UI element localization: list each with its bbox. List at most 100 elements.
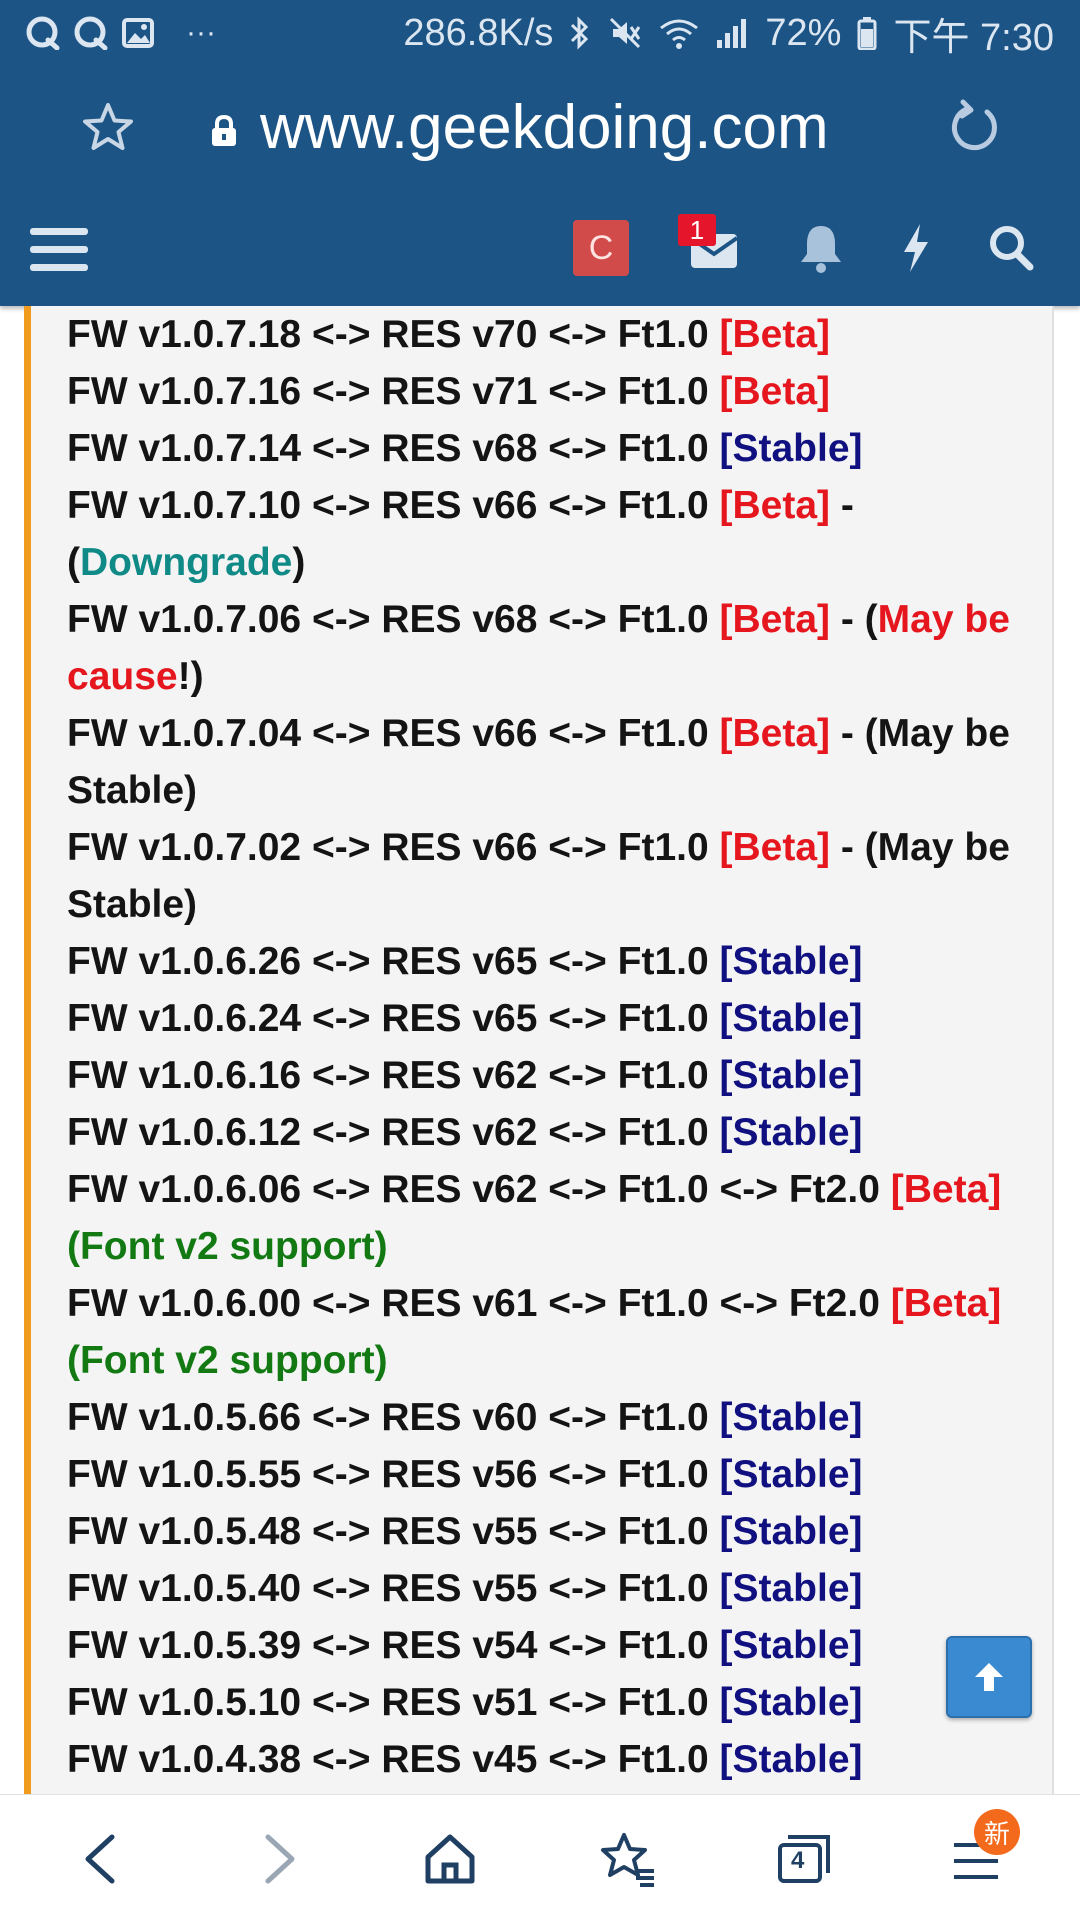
bluetooth-icon bbox=[571, 16, 589, 50]
battery-icon bbox=[857, 17, 877, 50]
firmware-version-text: FW v1.0.7.18 <-> RES v70 <-> Ft1.0 bbox=[67, 313, 720, 356]
note-suffix: ) bbox=[184, 769, 198, 812]
firmware-version-text: FW v1.0.6.00 <-> RES v61 <-> Ft1.0 <-> F… bbox=[67, 1282, 891, 1325]
firmware-entry: FW v1.0.6.12 <-> RES v62 <-> Ft1.0 [Stab… bbox=[67, 1104, 1047, 1161]
back-icon[interactable] bbox=[72, 1829, 132, 1889]
beta-tag: [Beta] bbox=[719, 313, 831, 356]
bookmarks-star-list-icon[interactable] bbox=[598, 1829, 658, 1889]
note-suffix: !) bbox=[177, 655, 204, 698]
firmware-version-text: FW v1.0.5.48 <-> RES v55 <-> Ft1.0 bbox=[67, 1510, 720, 1553]
lock-icon bbox=[212, 114, 236, 146]
firmware-entry: FW v1.0.5.66 <-> RES v60 <-> Ft1.0 [Stab… bbox=[67, 1389, 1047, 1446]
firmware-entry: FW v1.0.7.14 <-> RES v68 <-> Ft1.0 [Stab… bbox=[67, 420, 1047, 477]
scroll-to-top-button[interactable] bbox=[946, 1636, 1032, 1718]
firmware-entry: FW v1.0.5.10 <-> RES v51 <-> Ft1.0 [Stab… bbox=[67, 1674, 1047, 1731]
stable-tag: [Stable] bbox=[719, 1567, 863, 1610]
bookmark-star-icon[interactable] bbox=[80, 100, 136, 156]
beta-tag: [Beta] bbox=[890, 1168, 1002, 1211]
firmware-entry: FW v1.0.7.10 <-> RES v66 <-> Ft1.0 [Beta… bbox=[67, 477, 1047, 591]
stable-tag: [Stable] bbox=[719, 1396, 863, 1439]
chat-bubble-q-icon bbox=[74, 16, 108, 50]
battery-percent: 72% bbox=[765, 11, 842, 54]
firmware-version-text: FW v1.0.7.04 <-> RES v66 <-> Ft1.0 bbox=[67, 712, 720, 755]
stable-tag: [Stable] bbox=[719, 1681, 863, 1724]
firmware-entry: FW v1.0.7.06 <-> RES v68 <-> Ft1.0 [Beta… bbox=[67, 591, 1047, 705]
search-icon[interactable] bbox=[986, 222, 1036, 274]
firmware-version-text: FW v1.0.7.14 <-> RES v68 <-> Ft1.0 bbox=[67, 427, 720, 470]
wifi-icon bbox=[660, 19, 699, 49]
note-suffix: ) bbox=[184, 883, 198, 926]
firmware-entry: FW v1.0.6.00 <-> RES v61 <-> Ft1.0 <-> F… bbox=[67, 1275, 1047, 1389]
firmware-entry: FW v1.0.7.18 <-> RES v70 <-> Ft1.0 [Beta… bbox=[67, 306, 1047, 363]
user-avatar[interactable]: C bbox=[573, 220, 629, 276]
home-icon[interactable] bbox=[420, 1829, 480, 1889]
firmware-version-text: FW v1.0.7.06 <-> RES v68 <-> Ft1.0 bbox=[67, 598, 720, 641]
stable-tag: [Stable] bbox=[719, 1624, 863, 1667]
firmware-version-text: FW v1.0.7.10 <-> RES v66 <-> Ft1.0 bbox=[67, 484, 720, 527]
firmware-entry: FW v1.0.6.26 <-> RES v65 <-> Ft1.0 [Stab… bbox=[67, 933, 1047, 990]
signal-icon bbox=[717, 19, 747, 48]
firmware-entry: FW v1.0.6.24 <-> RES v65 <-> Ft1.0 [Stab… bbox=[67, 990, 1047, 1047]
firmware-version-text: FW v1.0.6.06 <-> RES v62 <-> Ft1.0 <-> F… bbox=[67, 1168, 891, 1211]
status-bar: ··· 286.8K/s 72% 下午 7:30 bbox=[0, 0, 1080, 66]
status-right: 286.8K/s 72% 下午 7:30 bbox=[403, 6, 1054, 61]
firmware-entry: FW v1.0.6.16 <-> RES v62 <-> Ft1.0 [Stab… bbox=[67, 1047, 1047, 1104]
firmware-version-text: FW v1.0.5.55 <-> RES v56 <-> Ft1.0 bbox=[67, 1453, 720, 1496]
stable-tag: [Stable] bbox=[719, 940, 863, 983]
firmware-version-text: FW v1.0.5.66 <-> RES v60 <-> Ft1.0 bbox=[67, 1396, 720, 1439]
firmware-entry: FW v1.0.6.06 <-> RES v62 <-> Ft1.0 <-> F… bbox=[67, 1161, 1047, 1275]
mute-icon bbox=[610, 17, 641, 49]
firmware-version-text: FW v1.0.6.12 <-> RES v62 <-> Ft1.0 bbox=[67, 1111, 720, 1154]
firmware-version-text: FW v1.0.5.40 <-> RES v55 <-> Ft1.0 bbox=[67, 1567, 720, 1610]
network-speed: 286.8K/s bbox=[403, 11, 554, 54]
stable-tag: [Stable] bbox=[719, 1510, 863, 1553]
firmware-version-text: FW v1.0.7.02 <-> RES v66 <-> Ft1.0 bbox=[67, 826, 720, 869]
stable-tag: [Stable] bbox=[719, 1453, 863, 1496]
firmware-version-text: FW v1.0.6.26 <-> RES v65 <-> Ft1.0 bbox=[67, 940, 720, 983]
firmware-entry: FW v1.0.5.40 <-> RES v55 <-> Ft1.0 [Stab… bbox=[67, 1560, 1047, 1617]
stable-tag: [Stable] bbox=[719, 1111, 863, 1154]
browser-bottom-nav: 4 新 bbox=[0, 1794, 1080, 1921]
quote-block: FW v1.0.7.18 <-> RES v70 <-> Ft1.0 [Beta… bbox=[24, 306, 1054, 1794]
lightning-bolt-icon[interactable] bbox=[898, 222, 934, 274]
firmware-entry: FW v1.0.7.16 <-> RES v71 <-> Ft1.0 [Beta… bbox=[67, 363, 1047, 420]
clock: 下午 7:30 bbox=[893, 16, 1054, 59]
note-prefix: - ( bbox=[830, 826, 878, 869]
new-badge: 新 bbox=[974, 1809, 1020, 1855]
inbox-badge: 1 bbox=[678, 214, 716, 246]
beta-tag: [Beta] bbox=[719, 598, 831, 641]
beta-tag: [Beta] bbox=[719, 712, 831, 755]
beta-tag: [Beta] bbox=[719, 484, 831, 527]
status-left: ··· bbox=[26, 16, 216, 50]
status-more: ··· bbox=[186, 16, 216, 49]
site-nav: C 1 bbox=[0, 194, 1080, 306]
firmware-version-text: FW v1.0.5.39 <-> RES v54 <-> Ft1.0 bbox=[67, 1624, 720, 1667]
firmware-entry: FW v1.0.4.38 <-> RES v45 <-> Ft1.0 [Stab… bbox=[67, 1731, 1047, 1788]
stable-tag: [Stable] bbox=[719, 997, 863, 1040]
firmware-entry: FW v1.0.7.04 <-> RES v66 <-> Ft1.0 [Beta… bbox=[67, 705, 1047, 819]
firmware-entry: FW v1.0.5.55 <-> RES v56 <-> Ft1.0 [Stab… bbox=[67, 1446, 1047, 1503]
firmware-note: (Font v2 support) bbox=[67, 1339, 388, 1382]
stable-tag: [Stable] bbox=[719, 1054, 863, 1097]
firmware-entry: FW v1.0.5.48 <-> RES v55 <-> Ft1.0 [Stab… bbox=[67, 1503, 1047, 1560]
firmware-version-text: FW v1.0.6.16 <-> RES v62 <-> Ft1.0 bbox=[67, 1054, 720, 1097]
firmware-note: (Font v2 support) bbox=[67, 1225, 388, 1268]
beta-tag: [Beta] bbox=[719, 826, 831, 869]
image-icon bbox=[122, 18, 154, 48]
url-text[interactable]: www.geekdoing.com bbox=[260, 92, 829, 163]
note-prefix: - ( bbox=[830, 712, 878, 755]
stable-tag: [Stable] bbox=[719, 427, 863, 470]
firmware-note: Downgrade bbox=[80, 541, 293, 584]
reload-icon[interactable] bbox=[945, 98, 1005, 158]
firmware-entry: FW v1.0.5.39 <-> RES v54 <-> Ft1.0 [Stab… bbox=[67, 1617, 1047, 1674]
beta-tag: [Beta] bbox=[890, 1282, 1002, 1325]
firmware-version-text: FW v1.0.6.24 <-> RES v65 <-> Ft1.0 bbox=[67, 997, 720, 1040]
stable-tag: [Stable] bbox=[719, 1738, 863, 1781]
bell-icon[interactable] bbox=[798, 222, 844, 274]
firmware-version-text: FW v1.0.5.10 <-> RES v51 <-> Ft1.0 bbox=[67, 1681, 720, 1724]
firmware-version-text: FW v1.0.4.38 <-> RES v45 <-> Ft1.0 bbox=[67, 1738, 720, 1781]
beta-tag: [Beta] bbox=[719, 370, 831, 413]
hamburger-menu-icon[interactable] bbox=[30, 222, 90, 278]
firmware-entry: FW v1.0.7.02 <-> RES v66 <-> Ft1.0 [Beta… bbox=[67, 819, 1047, 933]
forward-icon[interactable] bbox=[248, 1829, 308, 1889]
